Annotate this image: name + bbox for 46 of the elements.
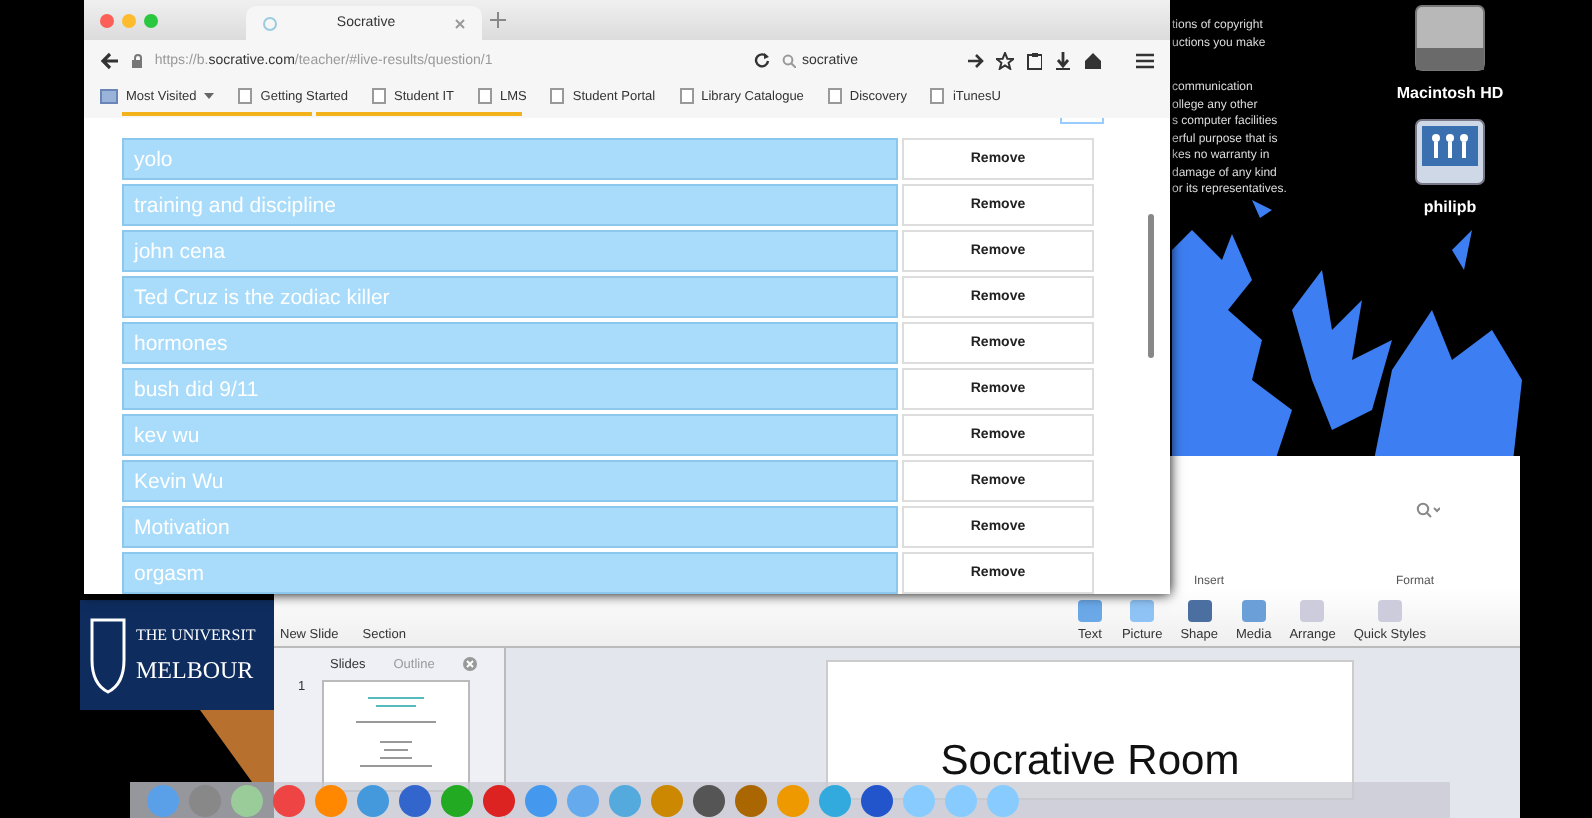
search-icon <box>782 53 796 67</box>
new-tab-icon[interactable] <box>490 12 506 28</box>
logo-text: MELBOUR <box>136 655 254 685</box>
back-arrow-icon[interactable] <box>100 51 120 69</box>
page-icon <box>550 88 565 104</box>
icon-label: philipb <box>1423 198 1477 216</box>
dock-app-icon[interactable] <box>272 784 306 818</box>
page-icon <box>478 88 493 104</box>
tool-icon <box>1185 598 1214 624</box>
page-icon <box>372 88 387 104</box>
home-icon[interactable] <box>1083 51 1102 69</box>
hard-drive-icon[interactable] <box>1410 4 1490 72</box>
crest-icon <box>88 616 128 696</box>
page-icon <box>930 88 945 104</box>
folder-icon <box>100 88 118 104</box>
download-icon[interactable] <box>1054 51 1072 69</box>
icon-label: Macintosh HD <box>1396 84 1504 102</box>
favicon-icon <box>262 15 278 31</box>
page-icon <box>827 88 842 104</box>
menu-icon[interactable] <box>1136 51 1154 69</box>
reload-icon[interactable] <box>754 52 770 68</box>
scrollbar-thumb[interactable] <box>1148 214 1154 358</box>
clipboard-icon[interactable] <box>1025 51 1043 69</box>
page-icon <box>238 88 253 104</box>
dock-app-icon[interactable] <box>734 784 768 818</box>
tool-icon <box>1075 598 1104 624</box>
dock-app-icon[interactable] <box>398 784 432 818</box>
close-icon[interactable] <box>462 656 479 672</box>
logo-text: THE UNIVERSIT <box>136 625 256 643</box>
dock-app-icon[interactable] <box>692 784 726 818</box>
search-icon[interactable] <box>1416 501 1440 519</box>
tool-icon <box>1375 598 1404 624</box>
tool-icon <box>1298 598 1327 624</box>
caret-icon <box>204 92 215 100</box>
network-drive-icon[interactable] <box>1410 118 1490 186</box>
forward-arrow-icon[interactable] <box>966 51 985 69</box>
star-icon[interactable] <box>996 51 1014 69</box>
page-icon <box>679 88 694 104</box>
tool-icon <box>1239 598 1268 624</box>
dock-app-icon[interactable] <box>860 784 894 818</box>
tool-icon <box>1128 598 1157 624</box>
dock-app-icon[interactable] <box>482 784 516 818</box>
dock-app-icon[interactable] <box>356 784 390 818</box>
dock-app-icon[interactable] <box>440 784 474 818</box>
close-icon[interactable] <box>454 17 466 29</box>
lock-icon <box>131 53 143 67</box>
